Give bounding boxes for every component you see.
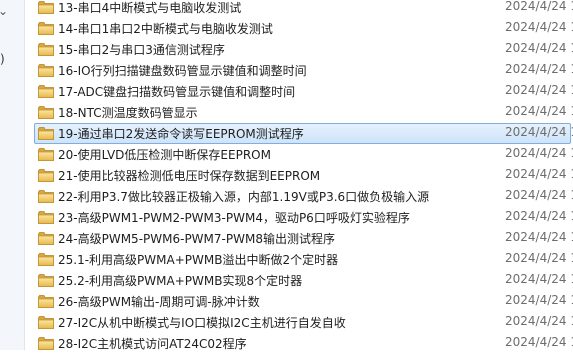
folder-name: 27-I2C从机中断模式与IO口模拟I2C主机进行自发自收 — [58, 316, 346, 330]
folder-icon — [38, 64, 54, 77]
folder-icon — [38, 127, 54, 140]
folder-icon — [38, 106, 54, 119]
folder-row[interactable]: 28-I2C主机模式访问AT24C02程序 2024/4/24 1 — [25, 333, 573, 354]
nav-item-fragment[interactable]: ) — [0, 52, 5, 66]
folder-icon — [38, 232, 54, 245]
folder-name: 18-NTC测温度数码管显示 — [58, 106, 198, 120]
folder-icon — [38, 211, 54, 224]
date-modified: 2024/4/24 1 — [505, 188, 573, 202]
folder-row[interactable]: 21-使用比较器检测低电压时保存数据到EEPROM 2024/4/24 1 — [25, 165, 573, 186]
folder-name: 26-高级PWM输出-周期可调-脉冲计数 — [58, 295, 260, 309]
navigation-pane[interactable]: ⌄ ) — [0, 0, 25, 350]
date-modified: 2024/4/24 1 — [505, 0, 573, 13]
folder-icon — [38, 169, 54, 182]
folder-icon — [38, 253, 54, 266]
folder-row[interactable]: 25.2-利用高级PWMA+PWMB实现8个定时器 2024/4/24 1 — [25, 270, 573, 291]
folder-row[interactable]: 20-使用LVD低压检测中断保存EEPROM 2024/4/24 1 — [25, 144, 573, 165]
folder-name: 28-I2C主机模式访问AT24C02程序 — [58, 337, 247, 351]
folder-name: 25.1-利用高级PWMA+PWMB溢出中断做2个定时器 — [58, 253, 339, 267]
folder-row[interactable]: 17-ADC键盘扫描数码管显示键值和调整时间 2024/4/24 1 — [25, 81, 573, 102]
folder-name: 23-高级PWM1-PWM2-PWM3-PWM4，驱动P6口呼吸灯实验程序 — [58, 211, 410, 225]
folder-name: 17-ADC键盘扫描数码管显示键值和调整时间 — [58, 85, 296, 99]
date-modified: 2024/4/24 1 — [505, 104, 573, 118]
date-modified: 2024/4/24 1 — [505, 146, 573, 160]
folder-row[interactable]: 24-高级PWM5-PWM6-PWM7-PWM8输出测试程序 2024/4/24 … — [25, 228, 573, 249]
date-modified: 2024/4/24 1 — [505, 251, 573, 265]
date-modified: 2024/4/24 1 — [505, 41, 573, 55]
folder-row[interactable]: 14-串口1串口2中断模式与电脑收发测试 2024/4/24 1 — [25, 18, 573, 39]
folder-icon — [38, 274, 54, 287]
folder-row[interactable]: 25.1-利用高级PWMA+PWMB溢出中断做2个定时器 2024/4/24 1 — [25, 249, 573, 270]
folder-icon — [38, 85, 54, 98]
folder-name: 15-串口2与串口3通信测试程序 — [58, 43, 225, 57]
folder-icon — [38, 22, 54, 35]
folder-name: 13-串口4中断模式与电脑收发测试 — [58, 1, 242, 15]
folder-icon — [38, 43, 54, 56]
folder-row[interactable]: 16-IO行列扫描键盘数码管显示键值和调整时间 2024/4/24 1 — [25, 60, 573, 81]
file-list: 13-串口4中断模式与电脑收发测试 2024/4/24 1 14-串口1串口2中断模… — [25, 0, 573, 351]
folder-icon — [38, 1, 54, 14]
date-modified: 2024/4/24 1 — [505, 20, 573, 34]
date-modified: 2024/4/24 1 — [505, 314, 573, 328]
date-modified: 2024/4/24 1 — [505, 272, 573, 286]
date-modified: 2024/4/24 1 — [505, 293, 573, 307]
folder-row[interactable]: 26-高级PWM输出-周期可调-脉冲计数 2024/4/24 1 — [25, 291, 573, 312]
date-modified: 2024/4/24 1 — [505, 167, 573, 181]
folder-name: 25.2-利用高级PWMA+PWMB实现8个定时器 — [58, 274, 303, 288]
date-modified: 2024/4/24 1 — [505, 83, 573, 97]
folder-row[interactable]: 23-高级PWM1-PWM2-PWM3-PWM4，驱动P6口呼吸灯实验程序 202… — [25, 207, 573, 228]
folder-row[interactable]: 13-串口4中断模式与电脑收发测试 2024/4/24 1 — [25, 0, 573, 18]
folder-name: 24-高级PWM5-PWM6-PWM7-PWM8输出测试程序 — [58, 232, 335, 246]
folder-row[interactable]: 27-I2C从机中断模式与IO口模拟I2C主机进行自发自收 2024/4/24 1 — [25, 312, 573, 333]
date-modified: 2024/4/24 1 — [505, 62, 573, 76]
folder-row[interactable]: 19-通过串口2发送命令读写EEPROM测试程序 2024/4/24 1 — [34, 123, 573, 144]
folder-name: 21-使用比较器检测低电压时保存数据到EEPROM — [58, 169, 321, 183]
date-modified: 2024/4/24 1 — [505, 335, 573, 349]
date-modified: 2024/4/24 1 — [505, 209, 573, 223]
folder-icon — [38, 295, 54, 308]
folder-icon — [38, 190, 54, 203]
folder-row[interactable]: 22-利用P3.7做比较器正极输入源，内部1.19V或P3.6口做负极输入源 20… — [25, 186, 573, 207]
folder-row[interactable]: 18-NTC测温度数码管显示 2024/4/24 1 — [25, 102, 573, 123]
folder-icon — [38, 148, 54, 161]
folder-name: 20-使用LVD低压检测中断保存EEPROM — [58, 148, 271, 162]
folder-name: 22-利用P3.7做比较器正极输入源，内部1.19V或P3.6口做负极输入源 — [58, 190, 430, 204]
folder-name: 19-通过串口2发送命令读写EEPROM测试程序 — [58, 127, 304, 141]
date-modified: 2024/4/24 1 — [505, 125, 573, 139]
date-modified: 2024/4/24 1 — [505, 230, 573, 244]
chevron-down-icon[interactable]: ⌄ — [0, 4, 8, 18]
folder-icon — [38, 337, 54, 350]
folder-row[interactable]: 15-串口2与串口3通信测试程序 2024/4/24 1 — [25, 39, 573, 60]
folder-name: 14-串口1串口2中断模式与电脑收发测试 — [58, 22, 273, 36]
folder-name: 16-IO行列扫描键盘数码管显示键值和调整时间 — [58, 64, 307, 78]
folder-icon — [38, 316, 54, 329]
